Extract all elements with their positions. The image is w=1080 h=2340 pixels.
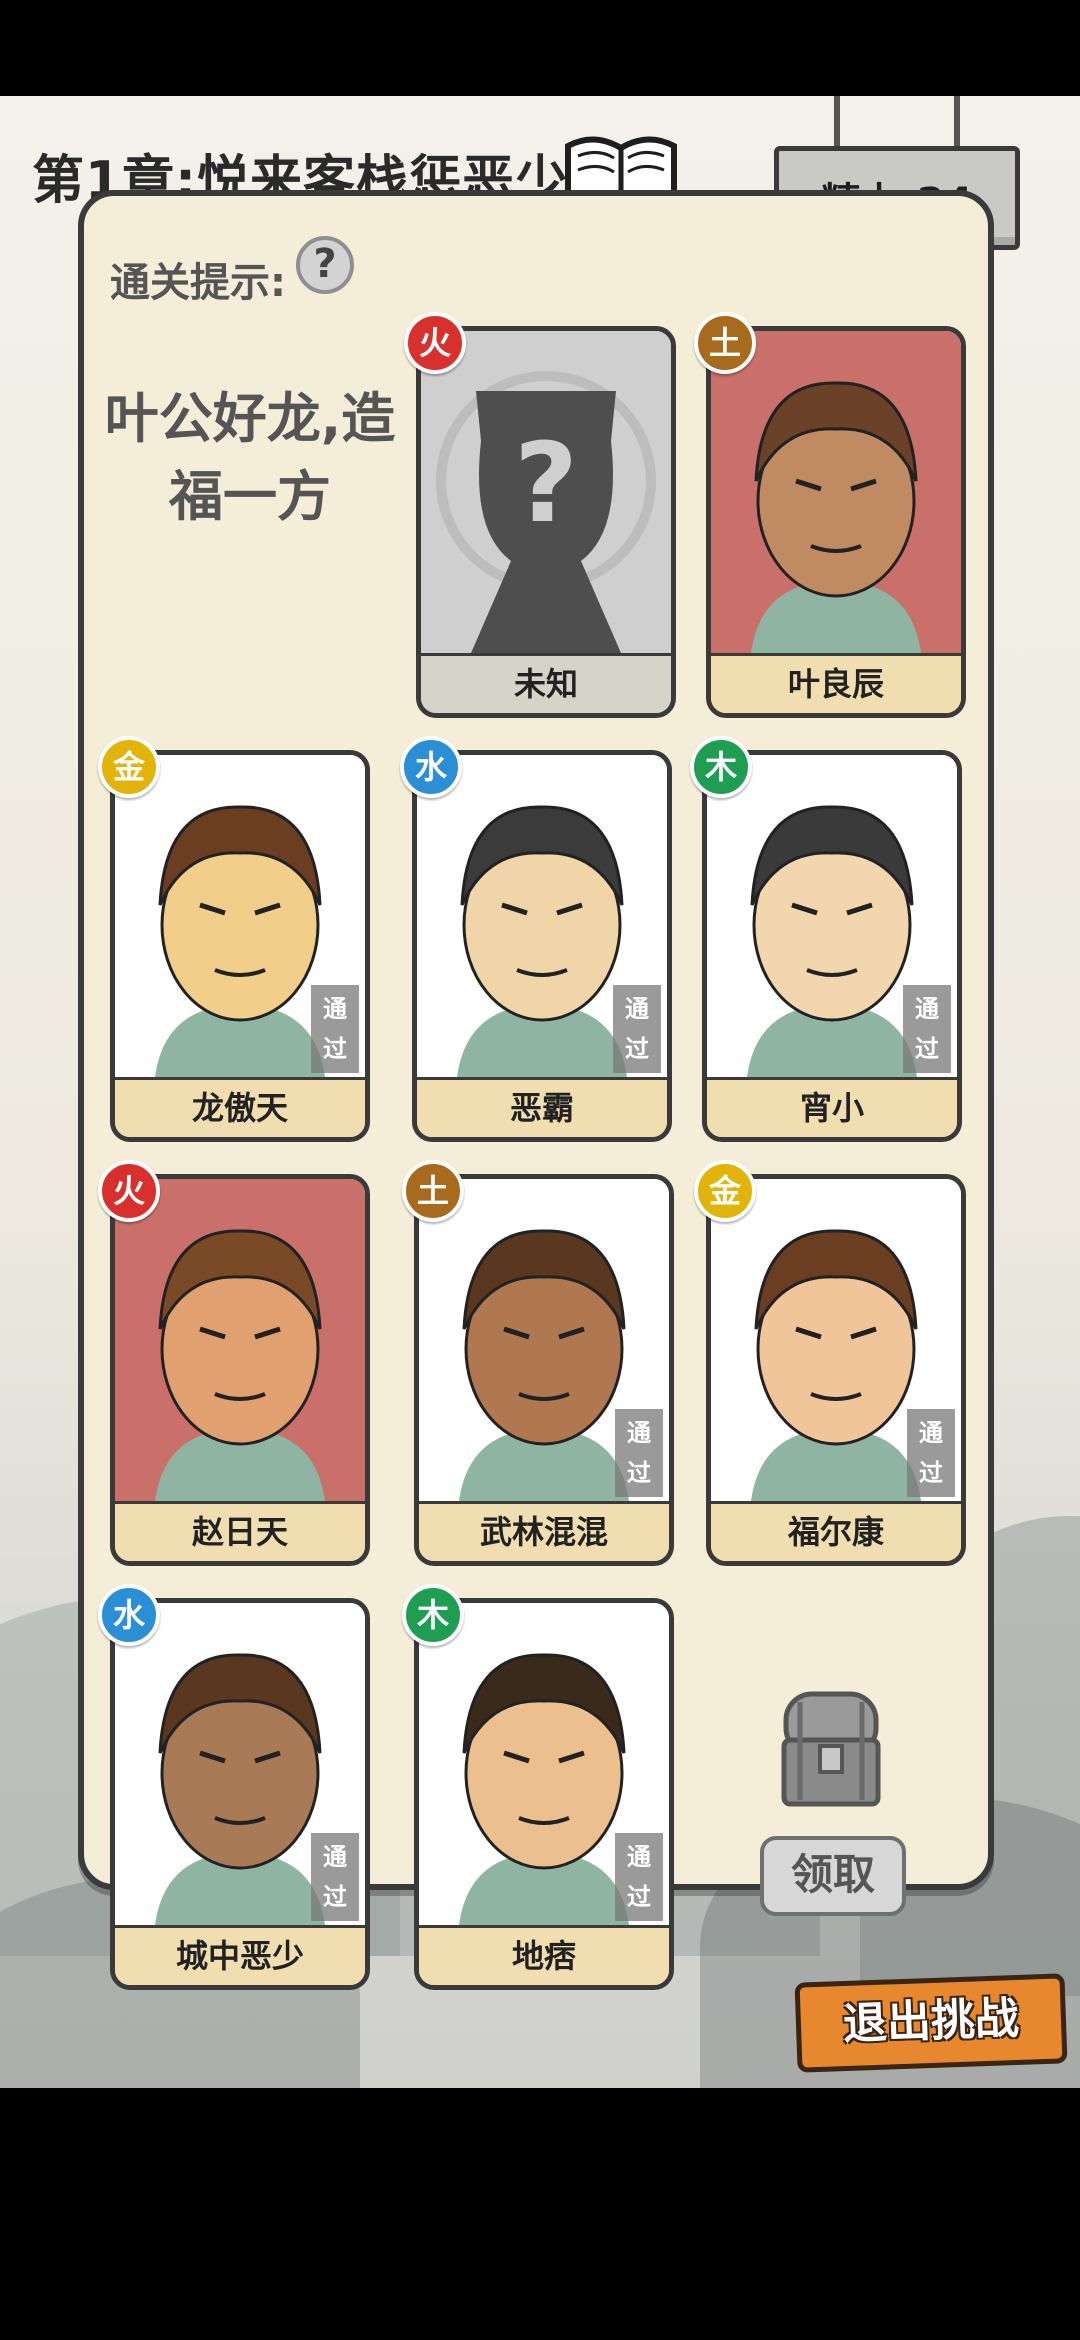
element-badge: 土	[402, 1160, 464, 1222]
stamp-char: 过	[919, 1459, 943, 1487]
claim-reward-button[interactable]: 领取	[760, 1836, 906, 1916]
character-card[interactable]: 通过城中恶少	[110, 1598, 370, 1990]
character-name: 未知	[421, 653, 671, 713]
character-name: 武林混混	[419, 1501, 669, 1561]
element-badge: 火	[98, 1160, 160, 1222]
hint-help-button[interactable]: ?	[296, 236, 354, 294]
cleared-stamp: 通过	[615, 1409, 663, 1497]
element-badge: 水	[400, 736, 462, 798]
cleared-stamp: 通过	[907, 1409, 955, 1497]
character-name: 龙傲天	[115, 1077, 365, 1137]
character-card[interactable]: 通过武林混混	[414, 1174, 674, 1566]
cleared-stamp: 通过	[311, 985, 359, 1073]
unknown-silhouette: ?	[421, 331, 671, 653]
element-badge: 木	[690, 736, 752, 798]
character-name: 赵日天	[115, 1501, 365, 1561]
cleared-stamp: 通过	[613, 985, 661, 1073]
character-card[interactable]: 赵日天	[110, 1174, 370, 1566]
element-badge: 金	[98, 736, 160, 798]
character-card[interactable]: ? 未知	[416, 326, 676, 718]
stamp-char: 通	[627, 1843, 651, 1871]
hint-line: 福一方	[169, 465, 331, 528]
character-card[interactable]: 通过地痞	[414, 1598, 674, 1990]
hint-text: 叶公好龙,造 福一方	[100, 380, 400, 536]
stamp-char: 通	[915, 995, 939, 1023]
cleared-stamp: 通过	[615, 1833, 663, 1921]
cleared-stamp: 通过	[903, 985, 951, 1073]
stamp-char: 过	[915, 1035, 939, 1063]
stamp-char: 通	[627, 1419, 651, 1447]
svg-text:?: ?	[514, 419, 578, 547]
cleared-stamp: 通过	[311, 1833, 359, 1921]
character-portrait	[711, 331, 961, 653]
character-name: 叶良辰	[711, 653, 961, 713]
stamp-char: 过	[627, 1459, 651, 1487]
character-name: 恶霸	[417, 1077, 667, 1137]
stamp-char: 通	[919, 1419, 943, 1447]
element-badge: 火	[404, 312, 466, 374]
stamp-char: 过	[323, 1035, 347, 1063]
exit-challenge-button[interactable]: 退出挑战	[794, 1973, 1068, 2073]
treasure-chest-icon	[781, 1691, 881, 1807]
character-card[interactable]: 通过恶霸	[412, 750, 672, 1142]
element-badge: 金	[694, 1160, 756, 1222]
stamp-char: 过	[323, 1883, 347, 1911]
stamp-char: 通	[625, 995, 649, 1023]
element-badge: 土	[694, 312, 756, 374]
element-badge: 水	[98, 1584, 160, 1646]
character-card[interactable]: 叶良辰	[706, 326, 966, 718]
stamp-char: 通	[323, 1843, 347, 1871]
element-badge: 木	[402, 1584, 464, 1646]
character-name: 地痞	[419, 1925, 669, 1985]
character-name: 福尔康	[711, 1501, 961, 1561]
hint-label: 通关提示:	[110, 260, 286, 306]
stamp-char: 通	[323, 995, 347, 1023]
character-card[interactable]: 通过福尔康	[706, 1174, 966, 1566]
character-card[interactable]: 通过龙傲天	[110, 750, 370, 1142]
character-name: 宵小	[707, 1077, 957, 1137]
character-card[interactable]: 通过宵小	[702, 750, 962, 1142]
character-portrait	[115, 1179, 365, 1501]
hint-line: 叶公好龙,造	[104, 387, 396, 450]
stamp-char: 过	[625, 1035, 649, 1063]
stamp-char: 过	[627, 1883, 651, 1911]
character-name: 城中恶少	[115, 1925, 365, 1985]
